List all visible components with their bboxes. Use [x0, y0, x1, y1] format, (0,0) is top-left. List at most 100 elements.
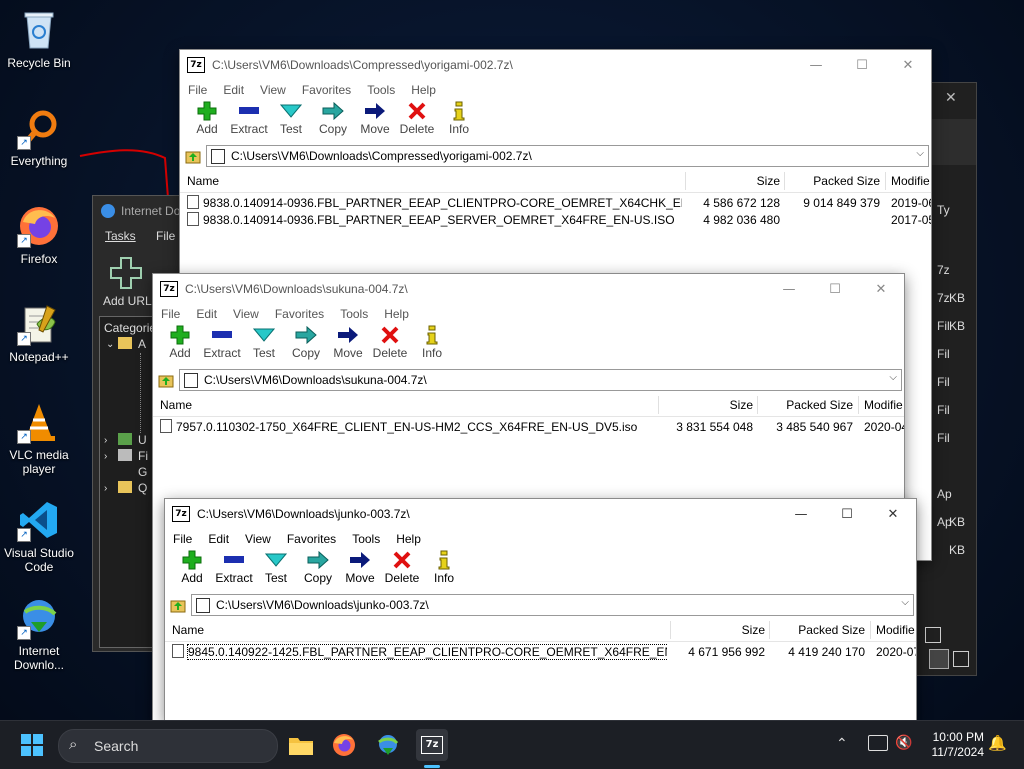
menu-tools[interactable]: Tools [352, 532, 380, 546]
column-header-name[interactable]: Name [160, 394, 192, 416]
extract-button[interactable]: Extract [201, 324, 243, 366]
minimize-button[interactable]: — [778, 499, 824, 529]
minimize-button[interactable]: — [793, 50, 839, 80]
7zip-window-junko[interactable]: 7z C:\Users\VM6\Downloads\junko-003.7z\ … [164, 498, 917, 722]
chevron-up-icon[interactable]: ⌃ [836, 735, 848, 752]
copy-button[interactable]: Copy [285, 324, 327, 366]
info-button[interactable]: Info [423, 549, 465, 591]
tiles-view-icon[interactable] [953, 651, 969, 667]
up-folder-icon[interactable] [184, 147, 202, 165]
maximize-button[interactable]: ☐ [824, 499, 870, 529]
taskbar-file-explorer[interactable] [285, 729, 317, 761]
table-row[interactable]: 7957.0.110302-1750_X64FRE_CLIENT_EN-US-H… [153, 419, 904, 436]
menu-view[interactable]: View [233, 307, 259, 321]
desktop-icon-vlc[interactable]: ↗ VLC media player [4, 400, 74, 476]
menu-edit[interactable]: Edit [196, 307, 217, 321]
idm-menu-file[interactable]: File [156, 229, 175, 243]
menu-edit[interactable]: Edit [208, 532, 229, 546]
chevron-down-icon[interactable]: ⌵ [889, 372, 897, 383]
tree-expand-icon[interactable]: › [104, 435, 107, 446]
menu-edit[interactable]: Edit [223, 83, 244, 97]
delete-button[interactable]: Delete [369, 324, 411, 366]
title-bar[interactable]: 7z C:\Users\VM6\Downloads\Compressed\yor… [180, 50, 931, 80]
table-row[interactable]: 9838.0.140914-0936.FBL_PARTNER_EEAP_CLIE… [180, 195, 931, 212]
add-button[interactable]: Add [186, 100, 228, 142]
network-icon[interactable] [868, 735, 888, 751]
desktop-icon-internet-download-manager[interactable]: ↗ Internet Downlo... [4, 596, 74, 672]
delete-button[interactable]: Delete [381, 549, 423, 591]
menu-view[interactable]: View [245, 532, 271, 546]
idm-menu-tasks[interactable]: Tasks [105, 229, 136, 243]
tree-expand-icon[interactable]: › [104, 451, 107, 462]
column-header-name[interactable]: Name [187, 170, 219, 192]
menu-file[interactable]: File [188, 83, 207, 97]
notification-bell-icon[interactable]: 🔔 [988, 734, 1007, 752]
tree-item[interactable]: U [138, 433, 147, 447]
table-row[interactable]: 9845.0.140922-1425.FBL_PARTNER_EEAP_CLIE… [165, 644, 916, 661]
column-header-modified[interactable]: Modifie [876, 619, 916, 641]
start-button[interactable] [16, 729, 48, 761]
column-header-name[interactable]: Name [172, 619, 204, 641]
column-header-modified[interactable]: Modifie [864, 394, 904, 416]
close-button[interactable]: ✕ [858, 274, 904, 304]
desktop-icon-firefox[interactable]: ↗ Firefox [4, 204, 74, 266]
column-header-size[interactable]: Size [670, 619, 765, 641]
column-header-size[interactable]: Size [685, 170, 780, 192]
extract-button[interactable]: Extract [213, 549, 255, 591]
add-button[interactable]: Add [159, 324, 201, 366]
menu-favorites[interactable]: Favorites [275, 307, 324, 321]
table-row[interactable]: 9838.0.140914-0936.FBL_PARTNER_EEAP_SERV… [180, 212, 931, 229]
menu-favorites[interactable]: Favorites [287, 532, 336, 546]
extract-button[interactable]: Extract [228, 100, 270, 142]
address-input[interactable]: C:\Users\VM6\Downloads\sukuna-004.7z\ ⌵ [179, 369, 902, 391]
menu-help[interactable]: Help [396, 532, 421, 546]
test-button[interactable]: Test [255, 549, 297, 591]
address-input[interactable]: C:\Users\VM6\Downloads\Compressed\yoriga… [206, 145, 929, 167]
menu-file[interactable]: File [173, 532, 192, 546]
taskbar-idm[interactable] [372, 729, 404, 761]
chevron-down-icon[interactable]: ⌵ [901, 597, 909, 608]
maximize-button[interactable]: ☐ [839, 50, 885, 80]
move-button[interactable]: Move [327, 324, 369, 366]
copy-button[interactable]: Copy [297, 549, 339, 591]
details-view-icon[interactable] [925, 627, 941, 643]
taskbar-firefox[interactable] [328, 729, 360, 761]
test-button[interactable]: Test [270, 100, 312, 142]
desktop-icon-everything[interactable]: ↗ Everything [4, 106, 74, 168]
move-button[interactable]: Move [339, 549, 381, 591]
tree-item[interactable]: G [138, 465, 147, 479]
close-button[interactable]: ✕ [885, 50, 931, 80]
add-url-button[interactable]: Add URL [103, 294, 152, 308]
up-folder-icon[interactable] [157, 371, 175, 389]
title-bar[interactable]: 7z C:\Users\VM6\Downloads\sukuna-004.7z\… [153, 274, 904, 304]
column-header-packed-size[interactable]: Packed Size [757, 394, 853, 416]
column-header-packed-size[interactable]: Packed Size [769, 619, 865, 641]
taskbar-7zip[interactable]: 7z [416, 729, 448, 761]
clock[interactable]: 10:00 PM 11/7/2024 [920, 730, 985, 760]
menu-favorites[interactable]: Favorites [302, 83, 351, 97]
column-header-packed-size[interactable]: Packed Size [784, 170, 880, 192]
copy-button[interactable]: Copy [312, 100, 354, 142]
delete-button[interactable]: Delete [396, 100, 438, 142]
desktop-icon-notepad-plus-plus[interactable]: ↗ Notepad++ [4, 302, 74, 364]
menu-help[interactable]: Help [411, 83, 436, 97]
close-button[interactable]: ✕ [870, 499, 916, 529]
menu-file[interactable]: File [161, 307, 180, 321]
menu-tools[interactable]: Tools [340, 307, 368, 321]
up-folder-icon[interactable] [169, 596, 187, 614]
tree-item[interactable]: A [138, 337, 146, 351]
address-input[interactable]: C:\Users\VM6\Downloads\junko-003.7z\ ⌵ [191, 594, 914, 616]
column-header-modified[interactable]: Modifie [891, 170, 931, 192]
test-button[interactable]: Test [243, 324, 285, 366]
add-button[interactable]: Add [171, 549, 213, 591]
maximize-button[interactable]: ☐ [812, 274, 858, 304]
menu-help[interactable]: Help [384, 307, 409, 321]
volume-muted-icon[interactable]: 🔇 [895, 734, 912, 751]
minimize-button[interactable]: — [766, 274, 812, 304]
menu-tools[interactable]: Tools [367, 83, 395, 97]
info-button[interactable]: Info [411, 324, 453, 366]
column-header-size[interactable]: Size [658, 394, 753, 416]
info-button[interactable]: Info [438, 100, 480, 142]
menu-view[interactable]: View [260, 83, 286, 97]
desktop-icon-vscode[interactable]: ↗ Visual Studio Code [4, 498, 74, 574]
